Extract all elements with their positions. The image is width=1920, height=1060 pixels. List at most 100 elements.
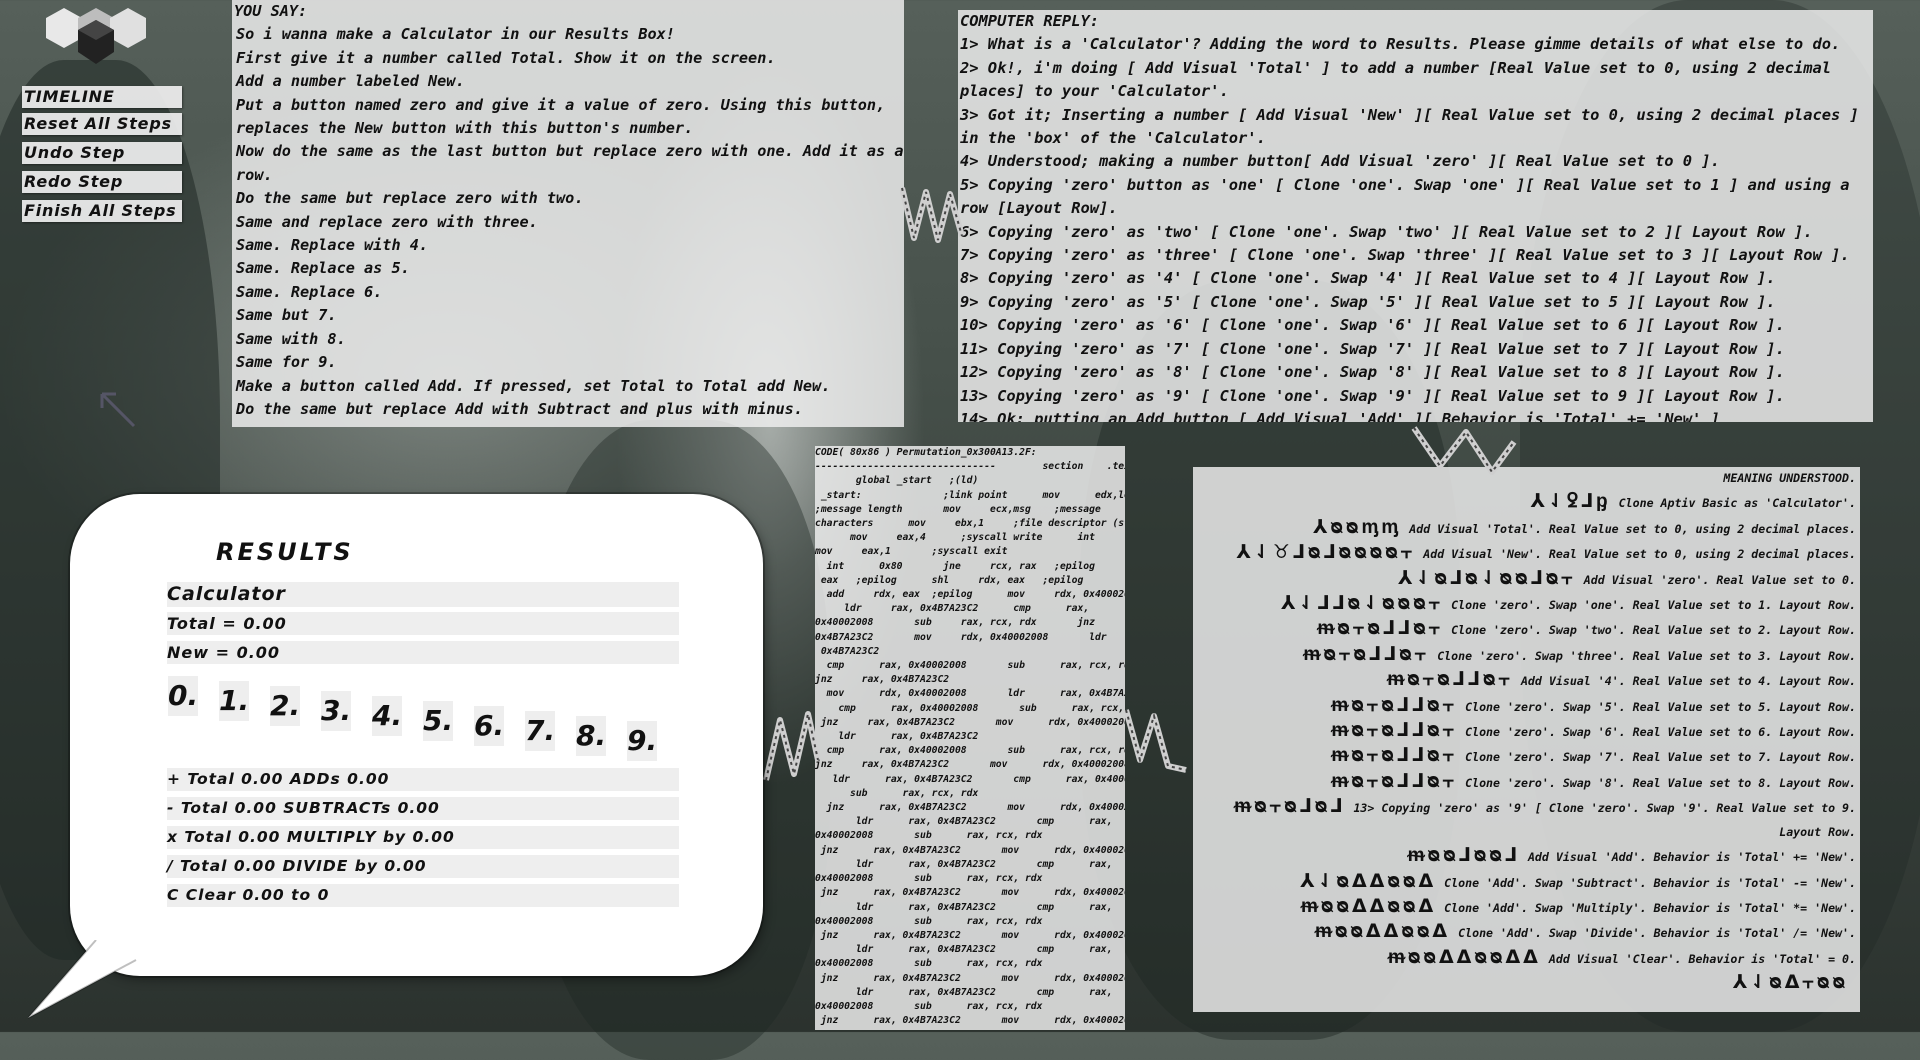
digit-button-8[interactable]: 8. (576, 716, 606, 756)
code-header: CODE( 80x86 ) Permutation_0x300A13.2F: (815, 447, 1037, 458)
add-button[interactable]: + Total 0.00 ADDs 0.00 (167, 768, 679, 791)
computer-reply-line: 13> Copying 'zero' as '9' [ Clone 'one'.… (960, 386, 1785, 405)
alien-glyph-text: ⅄⇃♉⅃ᴓ⅃ᴓᴓᴓᴓ⫟ (1236, 541, 1416, 564)
meaning-row: ⅄⇃ꝿ⅃ᶈ Clone Aptiv Basic as 'Calculator'. (1193, 490, 1856, 515)
clear-button[interactable]: C Clear 0.00 to 0 (167, 884, 679, 907)
meaning-row: ᵯᴓ⫟ᴓ⅃⅃ᴓ⫟ Clone 'zero'. Swap '8'. Real Val… (1193, 770, 1856, 795)
results-title: RESULTS (216, 538, 354, 566)
meaning-text: Clone 'Add'. Swap 'Multiply'. Behavior i… (1444, 900, 1856, 915)
digit-button-7[interactable]: 7. (525, 711, 555, 751)
multiply-button[interactable]: x Total 0.00 MULTIPLY by 0.00 (167, 826, 679, 849)
total-display: Total = 0.00 (167, 612, 679, 635)
redo-step-button[interactable]: Redo Step (22, 171, 182, 193)
alien-glyph-text: ᵯᴓᴓᐃᐃᴓᴓᐃ (1300, 894, 1437, 917)
alien-glyph-text: ᵯᴓ⫟ᴓ⅃⅃ᴓ⫟ (1317, 617, 1444, 640)
you-say-line: replaces the New button with this button… (236, 119, 694, 138)
code-panel[interactable]: CODE( 80x86 ) Permutation_0x300A13.2F: -… (815, 446, 1125, 1030)
meaning-text: Clone 'zero'. Swap 'one'. Real Value set… (1451, 598, 1856, 613)
meaning-row: ⅄⇃ᴓᐃᐃᴓᴓᐃ Clone 'Add'. Swap 'Subtract'. Be… (1193, 870, 1856, 895)
meaning-row: ⅄⇃♉⅃ᴓ⅃ᴓᴓᴓᴓ⫟ Add Visual 'New'. Real Value … (1193, 541, 1856, 566)
meaning-text: Clone Aptiv Basic as 'Calculator'. (1618, 496, 1856, 511)
mouse-cursor-icon (100, 392, 136, 428)
logo-icon (46, 8, 146, 64)
meaning-text: Clone 'Add'. Swap 'Subtract'. Behavior i… (1444, 875, 1856, 890)
you-say-title: YOU SAY: (234, 2, 308, 20)
alien-glyph-text: ᵯᴓ⫟ᴓ⅃⅃ᴓ⫟ (1387, 668, 1513, 691)
connector-icon (1411, 426, 1517, 475)
timeline-panel: TIMELINE Reset All Steps Undo Step Redo … (22, 86, 182, 229)
computer-reply-line: 12> Copying 'zero' as '8' [ Clone 'one'.… (960, 363, 1785, 382)
you-say-line: Put a button named zero and give it a va… (236, 95, 886, 114)
you-say-line: row. (236, 165, 273, 184)
digit-button-1[interactable]: 1. (219, 681, 249, 721)
alien-glyph-text: ᵯᴓᴓᐃᐃᴓᴓᐃ (1314, 920, 1451, 943)
meaning-text: Add Visual 'Total'. Real Value set to 0,… (1409, 521, 1856, 536)
timeline-title: TIMELINE (22, 86, 182, 108)
meaning-title: MEANING UNDERSTOOD. (1723, 471, 1856, 485)
connector-icon (763, 711, 821, 781)
calculator-label: Calculator (167, 582, 679, 607)
finish-all-steps-button[interactable]: Finish All Steps (22, 200, 182, 222)
undo-step-button[interactable]: Undo Step (22, 142, 182, 164)
computer-reply-line: 6> Copying 'zero' as 'two' [ Clone 'one'… (960, 222, 1813, 241)
you-say-line: Do the same but replace zero with two. (236, 189, 584, 208)
meaning-text: Clone 'zero'. Swap '5'. Real Value set t… (1465, 699, 1856, 714)
digit-button-3[interactable]: 3. (321, 691, 351, 731)
digit-button-6[interactable]: 6. (474, 706, 504, 746)
you-say-line: Same and replace zero with three. (236, 212, 538, 231)
meaning-row: ⅄⇃ᴓ⅃ᴓ⇃ᴓᴓ⅃ᴓ⫟ Add Visual 'zero'. Real Value… (1193, 567, 1856, 592)
meaning-row: ᵯᴓᴓᐃᐃᴓᴓᐃ Clone 'Add'. Swap 'Divide'. Beha… (1193, 920, 1856, 945)
meaning-row: ⅄ᴓᴓᶆᶆ Add Visual 'Total'. Real Value set … (1193, 516, 1856, 541)
divide-button[interactable]: / Total 0.00 DIVIDE by 0.00 (167, 855, 679, 878)
connector-icon (1123, 709, 1187, 773)
you-say-line: Add a number labeled New. (236, 72, 465, 91)
you-say-line: Same with 8. (236, 329, 346, 348)
alien-glyph-text: ᵯᴓ⫟ᴓ⅃ᴓ⅃ (1234, 795, 1346, 818)
digit-button-5[interactable]: 5. (423, 701, 453, 741)
alien-glyph-text: ᵯᴓ⫟ᴓ⅃⅃ᴓ⫟ (1331, 693, 1458, 716)
you-say-lines: So i wanna make a Calculator in our Resu… (232, 23, 904, 421)
digit-button-0[interactable]: 0. (168, 676, 198, 716)
meaning-text: Add Visual '4'. Real Value set to 4. Lay… (1520, 674, 1856, 689)
meaning-understood-panel[interactable]: MEANING UNDERSTOOD. ⅄⇃ꝿ⅃ᶈ Clone Aptiv Bas… (1193, 467, 1860, 1012)
digit-button-2[interactable]: 2. (270, 686, 300, 726)
meaning-row: ᵯᴓ⫟ᴓ⅃⅃ᴓ⫟ Clone 'zero'. Swap '7'. Real Val… (1193, 744, 1856, 769)
you-say-line: First give it a number called Total. Sho… (236, 48, 776, 67)
computer-reply-panel[interactable]: COMPUTER REPLY: 1> What is a 'Calculator… (958, 10, 1873, 422)
you-say-line: Same. Replace 6. (236, 282, 383, 301)
alien-glyph-text: ᵯᴓᴓᐃᐃᴓᴓᐃᐃ (1387, 945, 1541, 968)
meaning-rows: ⅄⇃ꝿ⅃ᶈ Clone Aptiv Basic as 'Calculator'. ⅄… (1193, 490, 1856, 996)
you-say-line: Do the same but replace Add with Subtrac… (236, 399, 803, 418)
meaning-row: ᵯᴓ⫟ᴓ⅃⅃ᴓ⫟ Add Visual '4'. Real Value set t… (1193, 668, 1856, 693)
you-say-line: Same for 9. (236, 353, 337, 372)
digit-button-4[interactable]: 4. (372, 696, 402, 736)
you-say-panel[interactable]: YOU SAY: So i wanna make a Calculator in… (232, 0, 904, 427)
alien-glyph-text: ⅄⇃ᴓᐃ⫟ᴓᴓ (1732, 971, 1848, 994)
you-say-line: Same. Replace as 5. (236, 259, 410, 278)
meaning-text: Clone 'zero'. Swap 'two'. Real Value set… (1451, 623, 1856, 638)
alien-glyph-text: ᵯᴓ⫟ᴓ⅃⅃ᴓ⫟ (1331, 719, 1458, 742)
reset-all-steps-button[interactable]: Reset All Steps (22, 113, 182, 135)
you-say-line: Now do the same as the last button but r… (236, 142, 904, 161)
computer-reply-lines: 1> What is a 'Calculator'? Adding the wo… (960, 33, 1873, 422)
meaning-text: Add Visual 'New'. Real Value set to 0, u… (1423, 547, 1856, 562)
computer-reply-line: 2> Ok!, i'm doing [ Add Visual 'Total' ]… (960, 58, 1831, 101)
alien-glyph-text: ⅄⇃ᴓ⅃ᴓ⇃ᴓᴓ⅃ᴓ⫟ (1398, 566, 1576, 589)
alien-glyph-text: ⅄⇃ᴓᐃᐃᴓᴓᐃ (1300, 869, 1437, 892)
meaning-row: ᵯᴓ⫟ᴓ⅃⅃ᴓ⫟ Clone 'zero'. Swap 'two'. Real V… (1193, 617, 1856, 642)
computer-reply-line: 1> What is a 'Calculator'? Adding the wo… (960, 35, 1841, 54)
digit-button-9[interactable]: 9. (627, 721, 657, 761)
meaning-text: Clone 'zero'. Swap '7'. Real Value set t… (1465, 750, 1856, 765)
computer-reply-line: 7> Copying 'zero' as 'three' [ Clone 'on… (960, 246, 1850, 265)
meaning-text: Add Visual 'Add'. Behavior is 'Total' +=… (1527, 850, 1856, 865)
alien-glyph-text: ⅄⇃ꝿ⅃ᶈ (1530, 490, 1611, 513)
alien-glyph-text: ⅄⇃⅃⅃ᴓ⇃ᴓᴓᴓ⫟ (1280, 592, 1444, 615)
computer-reply-line: 11> Copying 'zero' as '7' [ Clone 'one'.… (960, 339, 1785, 358)
you-say-line: Make a button called Add. If pressed, se… (236, 376, 831, 395)
you-say-line: Same. Replace with 4. (236, 236, 429, 255)
subtract-button[interactable]: - Total 0.00 SUBTRACTs 0.00 (167, 797, 679, 820)
meaning-text: Clone 'zero'. Swap '6'. Real Value set t… (1465, 725, 1856, 740)
computer-reply-line: 9> Copying 'zero' as '5' [ Clone 'one'. … (960, 292, 1776, 311)
alien-glyph-text: ⅄ᴓᴓᶆᶆ (1312, 515, 1402, 538)
computer-reply-line: 4> Understood; making a number button[ A… (960, 152, 1720, 171)
